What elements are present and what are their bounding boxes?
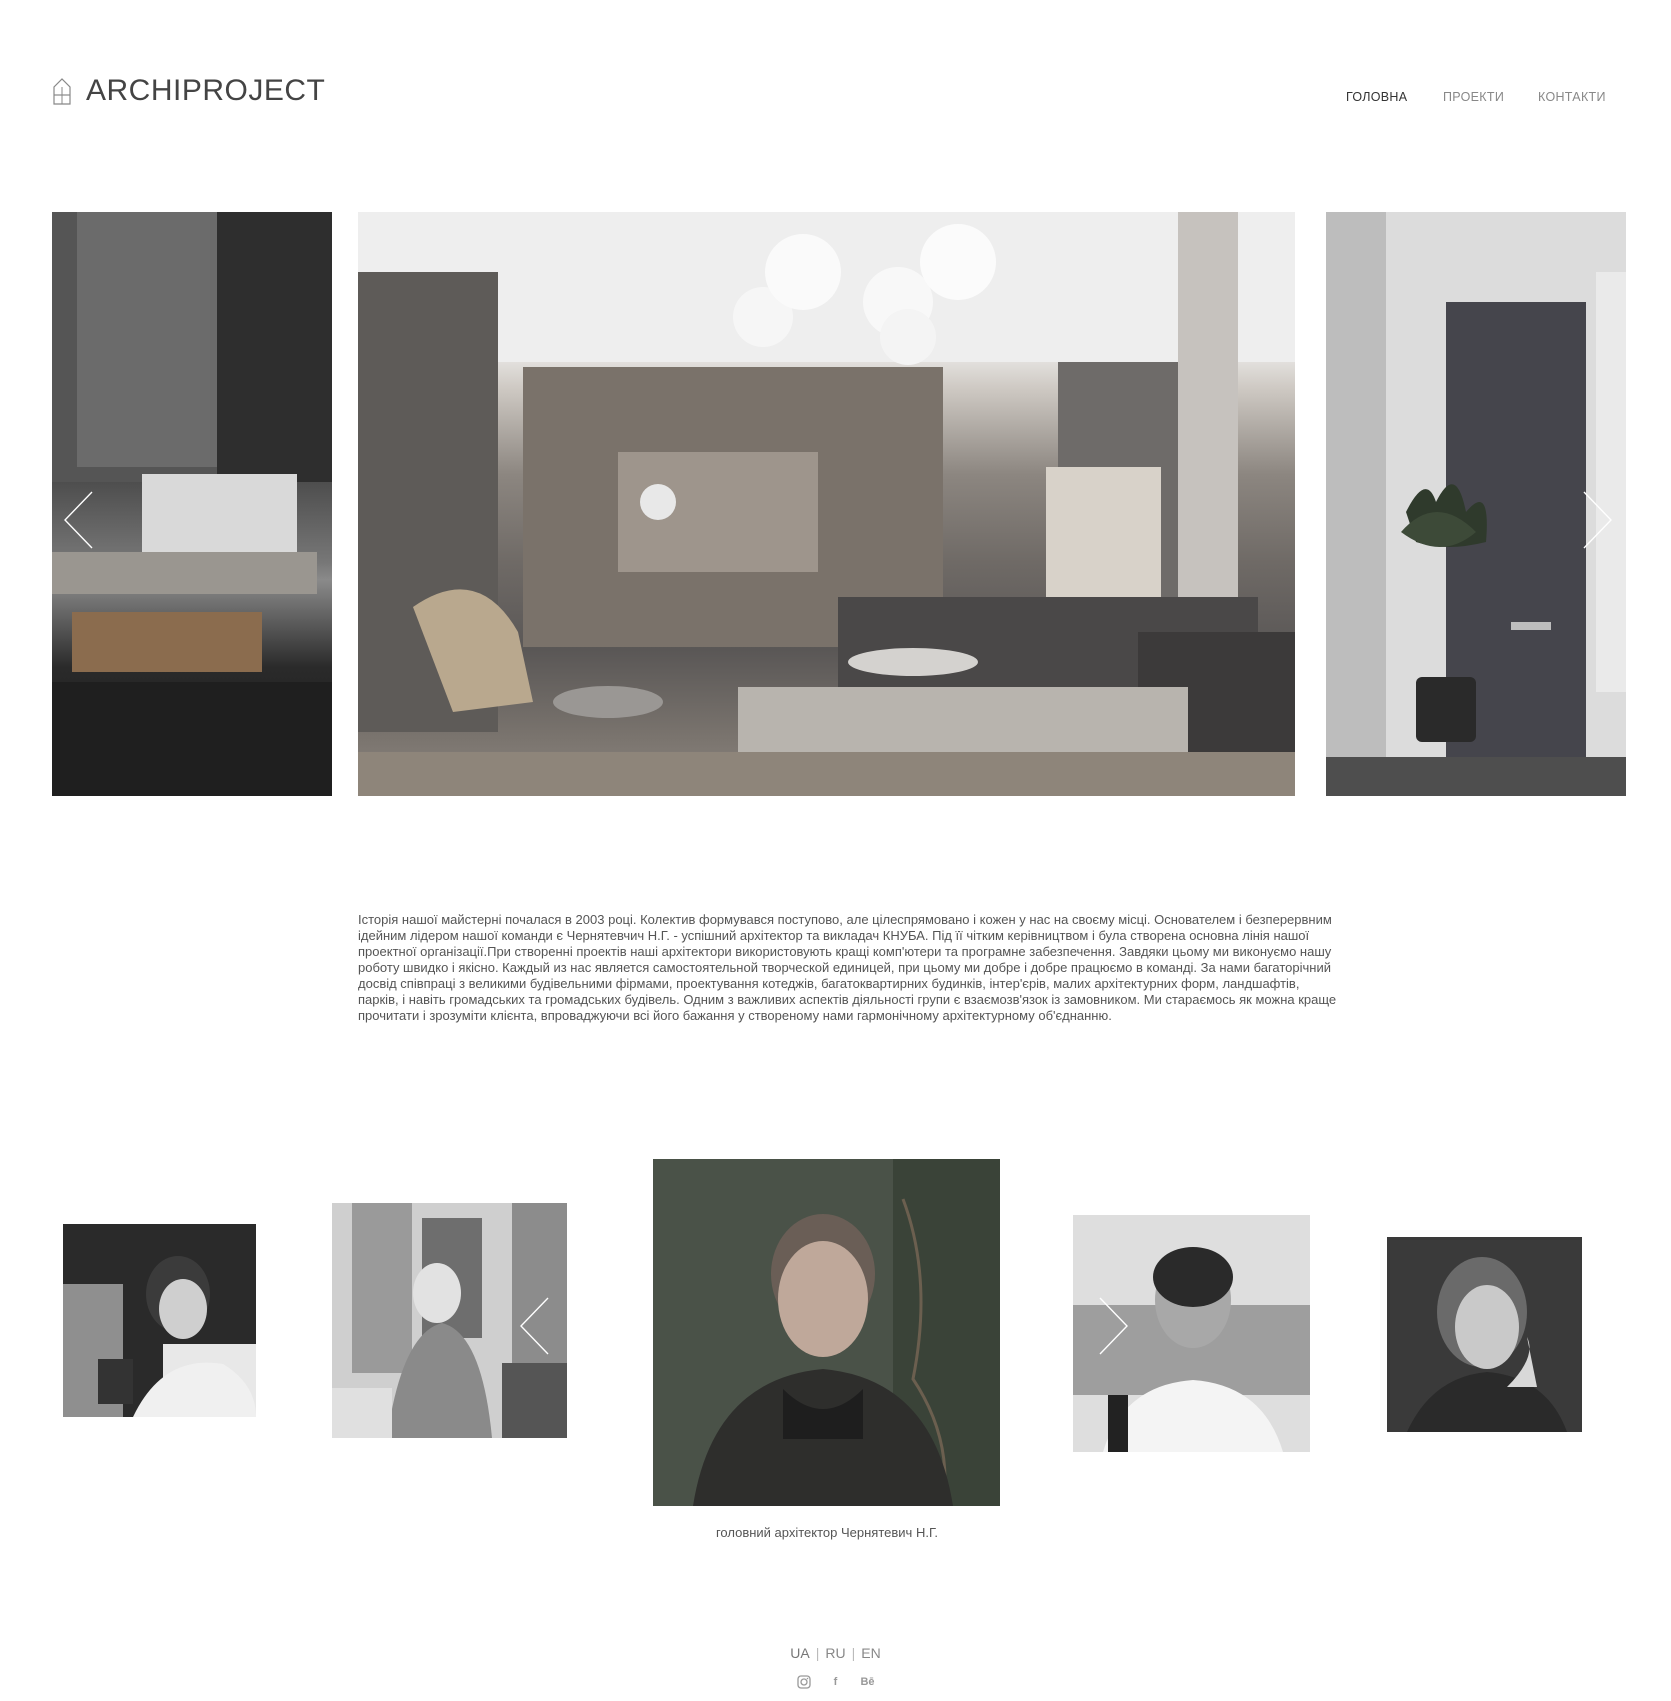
lang-ru[interactable]: RU [825,1645,845,1661]
behance-icon[interactable]: Bē [860,1675,874,1689]
nav-item-home[interactable]: ГОЛОВНА [1346,90,1407,104]
slider-prev-arrow-icon[interactable] [62,490,96,550]
instagram-icon[interactable] [796,1675,811,1689]
nav-item-contacts[interactable]: КОНТАКТИ [1538,90,1606,104]
lang-en[interactable]: EN [861,1645,880,1661]
team-next-arrow-icon[interactable] [1096,1296,1130,1356]
slider-next-arrow-icon[interactable] [1580,490,1614,550]
language-switcher: UA | RU | EN [0,1645,1671,1661]
team-prev-arrow-icon[interactable] [518,1296,552,1356]
facebook-icon[interactable]: f [829,1675,843,1689]
about-text: Історія нашої майстерні почалася в 2003 … [358,912,1337,1023]
lang-ua[interactable]: UA [790,1645,809,1661]
main-nav: ГОЛОВНА ПРОЕКТИ КОНТАКТИ [0,90,1671,110]
slide-image-living-room[interactable] [358,212,1295,796]
team-photo-lead[interactable] [653,1159,1000,1506]
nav-item-projects[interactable]: ПРОЕКТИ [1443,90,1504,104]
lang-separator: | [851,1645,856,1661]
lang-separator: | [815,1645,820,1661]
team-photo-1[interactable] [63,1224,256,1417]
social-links: f Bē [0,1675,1671,1689]
team-photo-5[interactable] [1387,1237,1582,1432]
team-lead-caption: головний архітектор Чернятевич Н.Г. [715,1525,939,1540]
